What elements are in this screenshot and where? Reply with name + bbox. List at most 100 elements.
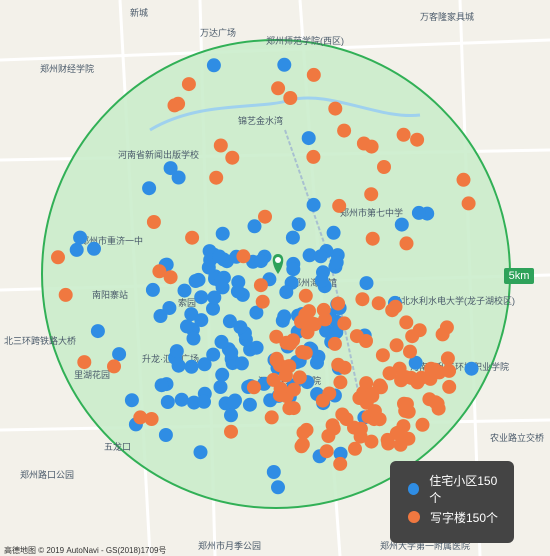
office-point[interactable] bbox=[224, 424, 238, 439]
office-point[interactable] bbox=[393, 437, 408, 452]
office-point[interactable] bbox=[283, 336, 298, 351]
office-point[interactable] bbox=[271, 81, 286, 96]
office-point[interactable] bbox=[107, 359, 121, 374]
residential-point[interactable] bbox=[215, 367, 230, 382]
office-point[interactable] bbox=[442, 363, 457, 378]
office-point[interactable] bbox=[398, 403, 413, 418]
office-point[interactable] bbox=[365, 386, 380, 401]
residential-point[interactable] bbox=[464, 361, 479, 376]
residential-point[interactable] bbox=[194, 290, 209, 305]
residential-point[interactable] bbox=[163, 161, 178, 176]
residential-point[interactable] bbox=[271, 480, 285, 495]
office-point[interactable] bbox=[415, 417, 430, 432]
office-point[interactable] bbox=[185, 230, 200, 245]
residential-point[interactable] bbox=[214, 334, 229, 349]
office-point[interactable] bbox=[167, 98, 182, 113]
residential-point[interactable] bbox=[112, 347, 127, 362]
residential-point[interactable] bbox=[142, 181, 157, 196]
office-point[interactable] bbox=[331, 296, 346, 311]
office-point[interactable] bbox=[375, 348, 390, 363]
office-point[interactable] bbox=[399, 236, 414, 251]
residential-point[interactable] bbox=[226, 395, 241, 410]
residential-point[interactable] bbox=[215, 226, 230, 241]
office-point[interactable] bbox=[144, 412, 159, 426]
office-point[interactable] bbox=[337, 123, 352, 138]
office-point[interactable] bbox=[146, 215, 161, 229]
residential-point[interactable] bbox=[154, 378, 169, 393]
office-point[interactable] bbox=[348, 441, 362, 456]
residential-point[interactable] bbox=[230, 284, 245, 299]
office-point[interactable] bbox=[327, 336, 342, 351]
office-point[interactable] bbox=[295, 345, 310, 359]
residential-point[interactable] bbox=[313, 249, 328, 264]
residential-point[interactable] bbox=[254, 254, 268, 269]
office-point[interactable] bbox=[318, 312, 333, 327]
office-point[interactable] bbox=[266, 372, 281, 387]
office-point[interactable] bbox=[319, 444, 334, 459]
office-point[interactable] bbox=[364, 187, 379, 202]
legend-item-office[interactable]: 写字楼150个 bbox=[408, 503, 504, 531]
residential-point[interactable] bbox=[411, 205, 426, 220]
office-point[interactable] bbox=[51, 250, 65, 265]
residential-point[interactable] bbox=[193, 445, 208, 460]
residential-point[interactable] bbox=[69, 242, 84, 257]
office-point[interactable] bbox=[258, 209, 272, 224]
office-point[interactable] bbox=[236, 249, 251, 264]
office-point[interactable] bbox=[306, 67, 321, 82]
residential-point[interactable] bbox=[184, 359, 199, 374]
residential-point[interactable] bbox=[233, 320, 248, 335]
residential-point[interactable] bbox=[145, 282, 160, 297]
residential-point[interactable] bbox=[277, 309, 292, 324]
residential-point[interactable] bbox=[242, 397, 257, 412]
office-point[interactable] bbox=[359, 334, 373, 348]
office-point[interactable] bbox=[152, 264, 167, 279]
office-point[interactable] bbox=[283, 91, 298, 105]
residential-point[interactable] bbox=[326, 225, 341, 240]
office-point[interactable] bbox=[365, 231, 380, 246]
office-point[interactable] bbox=[209, 170, 224, 185]
residential-point[interactable] bbox=[224, 408, 238, 423]
office-point[interactable] bbox=[272, 388, 287, 403]
office-point[interactable] bbox=[213, 138, 228, 153]
residential-point[interactable] bbox=[87, 241, 101, 256]
office-point[interactable] bbox=[264, 410, 279, 425]
office-point[interactable] bbox=[377, 160, 391, 174]
office-point[interactable] bbox=[77, 355, 92, 370]
residential-point[interactable] bbox=[186, 331, 201, 346]
office-point[interactable] bbox=[442, 379, 457, 394]
office-point[interactable] bbox=[424, 361, 439, 376]
office-point[interactable] bbox=[430, 396, 445, 411]
office-point[interactable] bbox=[388, 299, 403, 314]
office-point[interactable] bbox=[390, 425, 405, 440]
residential-point[interactable] bbox=[213, 380, 228, 394]
office-point[interactable] bbox=[412, 323, 427, 338]
residential-point[interactable] bbox=[188, 274, 203, 288]
residential-point[interactable] bbox=[266, 465, 281, 479]
residential-point[interactable] bbox=[277, 57, 292, 72]
residential-point[interactable] bbox=[206, 58, 221, 73]
office-point[interactable] bbox=[382, 366, 397, 381]
residential-point[interactable] bbox=[197, 394, 211, 409]
residential-point[interactable] bbox=[247, 219, 262, 234]
office-point[interactable] bbox=[286, 401, 301, 416]
office-point[interactable] bbox=[396, 127, 411, 142]
office-point[interactable] bbox=[246, 380, 261, 395]
residential-point[interactable] bbox=[162, 301, 177, 315]
office-point[interactable] bbox=[296, 425, 311, 440]
office-point[interactable] bbox=[333, 456, 348, 471]
office-point[interactable] bbox=[332, 198, 347, 213]
residential-point[interactable] bbox=[314, 273, 329, 288]
residential-point[interactable] bbox=[90, 324, 105, 339]
office-point[interactable] bbox=[389, 338, 404, 353]
residential-point[interactable] bbox=[124, 393, 139, 408]
office-point[interactable] bbox=[253, 278, 268, 293]
residential-point[interactable] bbox=[160, 395, 175, 409]
office-point[interactable] bbox=[269, 351, 284, 366]
office-point[interactable] bbox=[331, 357, 346, 372]
office-point[interactable] bbox=[281, 359, 296, 374]
office-point[interactable] bbox=[333, 375, 348, 390]
office-point[interactable] bbox=[339, 412, 354, 427]
residential-point[interactable] bbox=[285, 230, 300, 245]
office-point[interactable] bbox=[294, 439, 309, 454]
office-point[interactable] bbox=[372, 412, 387, 427]
